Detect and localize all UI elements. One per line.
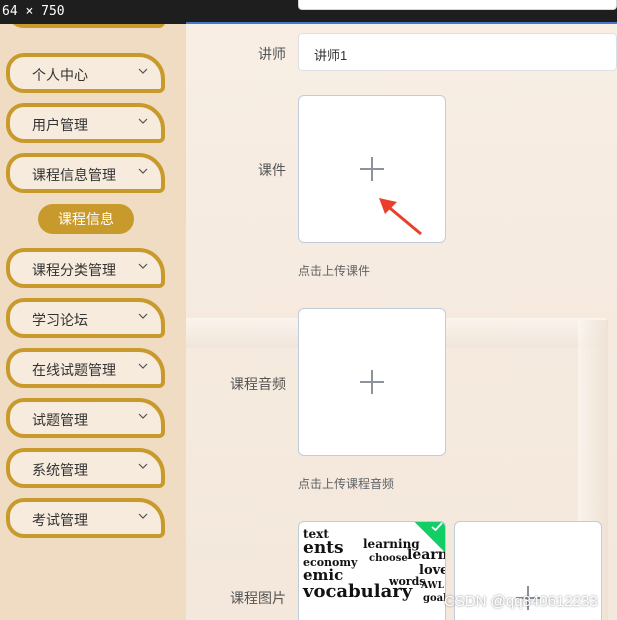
audio-upload-hint: 点击上传课程音频 bbox=[298, 477, 395, 491]
courseware-upload-hint: 点击上传课件 bbox=[298, 264, 371, 278]
dimension-text: 64 × 750 bbox=[2, 4, 65, 19]
thumbnail-word: love bbox=[419, 563, 446, 578]
teacher-input-value: 讲师1 bbox=[314, 48, 348, 63]
chevron-down-icon bbox=[137, 260, 151, 274]
sidebar-item-label: 在线试题管理 bbox=[32, 362, 116, 378]
sidebar: 首页 个人中心 用户管理 课程信息管理 课程信息 课程分类管理 学习论坛 在线试… bbox=[0, 0, 186, 620]
chevron-down-icon bbox=[137, 360, 151, 374]
image-label: 课程图片 bbox=[230, 590, 286, 606]
check-icon bbox=[431, 522, 443, 535]
thumbnail-word: goal bbox=[423, 593, 446, 604]
chevron-down-icon bbox=[137, 165, 151, 179]
sidebar-item-label: 用户管理 bbox=[32, 117, 88, 133]
courseware-label: 课件 bbox=[258, 162, 286, 178]
chevron-down-icon bbox=[137, 460, 151, 474]
overlay-divider bbox=[186, 22, 617, 24]
course-image-thumbnail[interactable]: text ents economy emic vocabulary learni… bbox=[298, 521, 446, 620]
thumbnail-word: AWL bbox=[421, 581, 444, 591]
dimension-overlay: 64 × 750 bbox=[0, 0, 617, 24]
sidebar-item-course-category-management[interactable]: 课程分类管理 bbox=[6, 248, 165, 288]
sidebar-item-label: 课程分类管理 bbox=[32, 262, 116, 278]
sidebar-item-course-info-management[interactable]: 课程信息管理 bbox=[6, 153, 165, 193]
chevron-down-icon bbox=[137, 310, 151, 324]
audio-label: 课程音频 bbox=[230, 376, 286, 392]
teacher-label: 讲师 bbox=[258, 46, 286, 62]
chevron-down-icon bbox=[137, 410, 151, 424]
sidebar-item-question-management[interactable]: 试题管理 bbox=[6, 398, 165, 438]
sidebar-item-label: 个人中心 bbox=[32, 67, 88, 83]
chevron-down-icon bbox=[137, 510, 151, 524]
sidebar-item-study-forum[interactable]: 学习论坛 bbox=[6, 298, 165, 338]
sidebar-subitem-course-info[interactable]: 课程信息 bbox=[38, 204, 134, 234]
csdn-watermark: CSDN @qq840612233 bbox=[444, 593, 598, 610]
sidebar-item-label: 学习论坛 bbox=[32, 312, 88, 328]
chevron-down-icon bbox=[137, 65, 151, 79]
sidebar-item-label: 试题管理 bbox=[32, 412, 88, 428]
thumbnail-word: learn bbox=[407, 547, 446, 563]
sidebar-item-online-test-management[interactable]: 在线试题管理 bbox=[6, 348, 165, 388]
sidebar-item-personal-center[interactable]: 个人中心 bbox=[6, 53, 165, 93]
sidebar-item-user-management[interactable]: 用户管理 bbox=[6, 103, 165, 143]
audio-upload[interactable] bbox=[298, 308, 446, 456]
chevron-down-icon bbox=[137, 115, 151, 129]
thumbnail-word-cloud: text ents economy emic vocabulary learni… bbox=[303, 528, 446, 604]
thumbnail-word: choose bbox=[369, 553, 408, 564]
sidebar-item-system-management[interactable]: 系统管理 bbox=[6, 448, 165, 488]
sidebar-item-label: 系统管理 bbox=[32, 462, 88, 478]
sidebar-item-exam-management[interactable]: 考试管理 bbox=[6, 498, 165, 538]
sidebar-item-label: 课程信息管理 bbox=[32, 167, 116, 183]
plus-icon bbox=[360, 157, 384, 181]
previous-input-field[interactable] bbox=[298, 0, 617, 10]
sidebar-item-label: 考试管理 bbox=[32, 512, 88, 528]
plus-icon bbox=[360, 370, 384, 394]
red-arrow-annotation bbox=[379, 198, 422, 236]
teacher-input[interactable]: 讲师1 bbox=[298, 33, 617, 71]
